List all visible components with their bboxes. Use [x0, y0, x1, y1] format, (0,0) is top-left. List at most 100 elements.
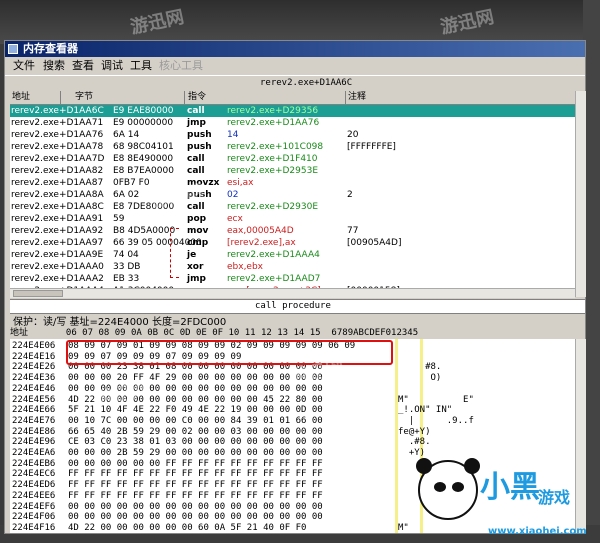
- row-mnemonic: jmp: [187, 118, 206, 128]
- row-address: rerev2.exe+D1AA8A: [11, 190, 104, 200]
- disasm-row[interactable]: rerev2.exe+D1AA8C E8 7DE80000 call rerev2.e…: [10, 201, 575, 213]
- row-comment: [00905A4D]: [347, 238, 402, 248]
- row-bytes: 68 98C04101: [113, 142, 174, 152]
- logo-sub: 游戏: [538, 488, 571, 507]
- menu-bar: 文件 搜索 查看 调试 工具 核心工具: [5, 57, 585, 75]
- row-operand: rerev2.exe+D1AAA4: [227, 250, 320, 260]
- status-text: call procedure: [255, 301, 331, 311]
- title-bar[interactable]: 内存查看器: [5, 41, 585, 57]
- row-mnemonic: xor: [187, 262, 204, 272]
- row-operand: [rerev2.exe],ax: [227, 238, 296, 248]
- row-address: rerev2.exe+D1AAA0: [11, 262, 104, 272]
- row-operand: 02: [227, 190, 239, 200]
- disasm-row[interactable]: rerev2.exe+D1AA87 0FB7 F0 movzx esi,ax: [10, 177, 575, 189]
- dump-hex: CE 03 C0 23 38 01 03 00 00 00 00 00 00 0…: [68, 437, 323, 448]
- row-address: rerev2.exe+D1AA71: [11, 118, 104, 128]
- row-address: rerev2.exe+D1AA92: [11, 226, 104, 236]
- row-bytes: 6A 14: [113, 130, 140, 140]
- row-comment: 2: [347, 190, 353, 200]
- dump-address: 224E4EE6: [12, 490, 56, 501]
- dump-address: 224E4EF6: [12, 501, 56, 512]
- menu-kernel-tools[interactable]: 核心工具: [159, 57, 203, 75]
- dump-address: 224E4E96: [12, 437, 56, 448]
- row-operand: rerev2.exe+101C098: [227, 142, 324, 152]
- dump-address: 224E4E46: [12, 383, 56, 394]
- row-operand: rerev2.exe+D2953E: [227, 166, 319, 176]
- disasm-row[interactable]: rerev2.exe+D1AA82 E8 B7EA0000 call rerev2.e…: [10, 165, 575, 177]
- disasm-row[interactable]: rerev2.exe+D1AA8A 6A 02 push 02 2: [10, 189, 575, 201]
- row-address: rerev2.exe+D1AA97: [11, 238, 104, 248]
- window-title: 内存查看器: [23, 42, 78, 55]
- dump-ascii: fe@+Y): [398, 426, 431, 437]
- row-bytes: 59: [113, 214, 125, 224]
- disassembly-view[interactable]: rerev2.exe+D1AA6C E9 EAE80000 call rerev2.e…: [10, 105, 575, 297]
- row-address: rerev2.exe+D1AA7D: [11, 154, 105, 164]
- dump-address: 224E4EC6: [12, 469, 56, 480]
- logo-url: www.xiaohei.com: [488, 526, 587, 537]
- current-location: rerev2.exe+D1AA6C: [260, 78, 353, 88]
- row-operand: eax,00005A4D: [227, 226, 294, 236]
- disasm-scrollbar[interactable]: [575, 91, 586, 297]
- dump-address: 224E4E26: [12, 362, 56, 373]
- disasm-row[interactable]: rerev2.exe+D1AA6C E9 EAE80000 call rerev2.e…: [10, 105, 575, 117]
- dump-ascii: _!.ON" IN": [398, 405, 453, 416]
- dump-hex: FF FF FF FF FF FF FF FF FF FF FF FF FF F…: [68, 490, 323, 501]
- row-address: rerev2.exe+D1AA82: [11, 166, 104, 176]
- dump-address: 224E4E76: [12, 415, 56, 426]
- dump-hex: 00 00 00 00 00 00 00 00 00 00 00 00 00 0…: [68, 512, 323, 523]
- row-operand: rerev2.exe+D1F410: [227, 154, 318, 164]
- row-address: rerev2.exe+D1AA91: [11, 214, 104, 224]
- row-bytes: 74 04: [113, 250, 139, 260]
- column-bytes[interactable]: 字节: [75, 91, 93, 104]
- row-operand: rerev2.exe+D29356: [227, 106, 319, 116]
- menu-file[interactable]: 文件: [13, 57, 35, 75]
- row-address: rerev2.exe+D1AA78: [11, 142, 104, 152]
- column-comment[interactable]: 注释: [348, 91, 366, 104]
- menu-search[interactable]: 搜索: [43, 57, 65, 75]
- dump-info: 保护：读/写 基址=224E4000 长度=2FDC000: [13, 317, 227, 328]
- dump-address: 224E4ED6: [12, 480, 56, 491]
- scroll-thumb[interactable]: [13, 290, 63, 297]
- row-comment: [FFFFFFFE]: [347, 142, 396, 152]
- dump-ascii: .#8.: [398, 437, 431, 448]
- dump-hex: FF FF FF FF FF FF FF FF FF FF FF FF FF F…: [68, 469, 323, 480]
- row-bytes: 33 DB: [113, 262, 141, 272]
- disasm-row[interactable]: rerev2.exe+D1AA76 6A 14 push 14 20: [10, 129, 575, 141]
- dump-address: 224E4F16: [12, 522, 56, 533]
- dump-address: 224E4E36: [12, 373, 56, 384]
- dump-address: 224E4EB6: [12, 458, 56, 469]
- dump-address: 224E4F06: [12, 512, 56, 523]
- disasm-row[interactable]: rerev2.exe+D1AA78 68 98C04101 push rerev2.e…: [10, 141, 575, 153]
- row-address: rerev2.exe+D1AA87: [11, 178, 104, 188]
- dump-hex: 00 00 00 2B 59 29 00 00 00 00 00 00 00 0…: [68, 448, 323, 458]
- disasm-row[interactable]: rerev2.exe+D1AAA2 EB 33 jmp rerev2.exe+D1AA…: [10, 273, 575, 285]
- disasm-row[interactable]: rerev2.exe+D1AA71 E9 00000000 jmp rerev2.ex…: [10, 117, 575, 129]
- dump-ascii: | .9..f: [398, 415, 474, 426]
- row-mnemonic: jmp: [187, 274, 206, 284]
- row-operand: ebx,ebx: [227, 262, 264, 272]
- row-operand: rerev2.exe+D2930E: [227, 202, 319, 212]
- menu-view[interactable]: 查看: [72, 57, 94, 75]
- instruction-status: call procedure: [10, 299, 585, 314]
- jump-arrow: [170, 228, 179, 278]
- disasm-row[interactable]: rerev2.exe+D1AA91 59 pop ecx: [10, 213, 575, 225]
- dump-hex: FF FF FF FF FF FF FF FF FF FF FF FF FF F…: [68, 480, 323, 491]
- disasm-horizontal-scrollbar[interactable]: [10, 288, 575, 298]
- disasm-row[interactable]: rerev2.exe+D1AA92 B8 4D5A0000 mov eax,00005…: [10, 225, 575, 237]
- disasm-row[interactable]: rerev2.exe+D1AA9E 74 04 je rerev2.exe+D1AAA…: [10, 249, 575, 261]
- disasm-row[interactable]: rerev2.exe+D1AA97 66 39 05 00004000 cmp [re…: [10, 237, 575, 249]
- disasm-row[interactable]: rerev2.exe+D1AA7D E8 8E490000 call rerev2.e…: [10, 153, 575, 165]
- column-address[interactable]: 地址: [12, 91, 30, 104]
- site-logo: 小黑 游戏 www.xiaohei.com: [416, 458, 598, 540]
- dump-ascii: #8.: [398, 362, 442, 373]
- column-opcode[interactable]: 指令: [188, 91, 206, 104]
- row-mnemonic: pop: [187, 214, 207, 224]
- row-operand: ecx: [227, 214, 243, 224]
- panda-icon: [416, 458, 480, 520]
- menu-tools[interactable]: 工具: [130, 57, 152, 75]
- dump-address: 224E4EA6: [12, 448, 56, 458]
- dump-address: 224E4E56: [12, 394, 56, 405]
- dump-ascii: M": [398, 522, 409, 533]
- disasm-row[interactable]: rerev2.exe+D1AAA0 33 DB xor ebx,ebx: [10, 261, 575, 273]
- menu-debug[interactable]: 调试: [101, 57, 123, 75]
